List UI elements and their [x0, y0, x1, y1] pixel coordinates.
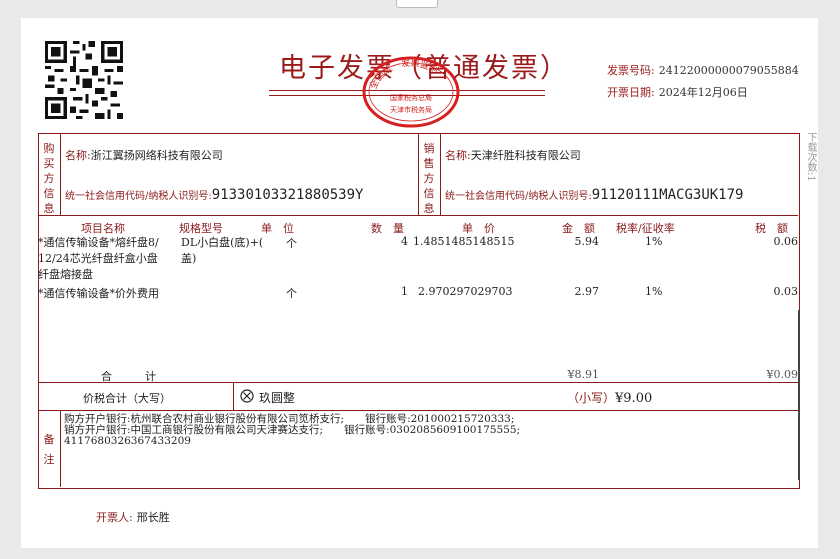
seller-tax-row: 统一社会信用代码/纳税人识别号:91120111MACG3UK179 — [445, 187, 744, 203]
sum-label: 价税合计（大写） — [83, 392, 171, 405]
seller-side-label: 销售方信息 — [423, 142, 435, 215]
item-tax: 0.06 — [773, 235, 799, 248]
item-unit: 个 — [286, 287, 297, 300]
invoice-date-label: 开票日期: — [607, 86, 655, 99]
item-amount: 2.97 — [574, 285, 600, 298]
seller-name-row: 名称:天津纤胜科技有限公司 — [445, 149, 581, 162]
header-spec: 规格型号 — [179, 222, 223, 235]
sum-divider — [233, 382, 234, 410]
tax-seal: 全国统一发票监制 国家税务总局 天津市税务局 — [362, 56, 460, 128]
item-spec: DL小白盘(底)+( 盖) — [181, 236, 264, 265]
sum-small: ¥9.00 — [615, 391, 653, 406]
seal-mid-text: 国家税务总局 — [390, 93, 432, 102]
item-rate: 1% — [645, 235, 663, 248]
invoice-number-row: 发票号码: 24122000000079055884 — [607, 62, 799, 78]
issuer-name: 邢长胜 — [136, 511, 170, 524]
party-divider — [38, 215, 798, 216]
item-price: 2.970297029703 — [418, 285, 513, 298]
buyer-tax-id: 91330103321880539Y — [211, 187, 364, 203]
middle-divider — [418, 133, 419, 215]
cross-circle-icon — [240, 388, 254, 403]
download-count: 下载次数:1 — [805, 132, 816, 182]
total-amount: ¥8.91 — [567, 368, 600, 381]
remarks-text: 购方开户银行:杭州联合农村商业银行股份有限公司笕桥支行; 银行账号:201000… — [64, 413, 521, 447]
sum-bottom-divider — [38, 410, 798, 411]
item-name: *通信传输设备*价外费用 — [38, 287, 159, 300]
seller-tax-id: 91120111MACG3UK179 — [591, 187, 744, 203]
item-unit: 个 — [286, 237, 297, 250]
buyer-side-label: 购买方信息 — [43, 142, 55, 215]
item-tax: 0.03 — [773, 285, 799, 298]
item-qty: 4 — [401, 235, 408, 248]
header-tax: 税 额 — [755, 222, 788, 235]
issuer-row: 开票人: 邢长胜 — [96, 511, 170, 524]
item-qty: 1 — [401, 285, 408, 298]
toolbar-button[interactable] — [396, 0, 438, 8]
seller-side-divider — [440, 133, 441, 215]
sum-small-row: （小写）¥9.00 — [567, 391, 653, 406]
invoice-date: 2024年12月06日 — [658, 86, 748, 99]
buyer-side-divider — [60, 133, 61, 215]
buyer-name: 浙江翼扬网络科技有限公司 — [90, 149, 223, 162]
invoice-date-row: 开票日期: 2024年12月06日 — [607, 84, 748, 100]
buyer-name-row: 名称:浙江翼扬网络科技有限公司 — [65, 149, 223, 162]
scrollbar[interactable] — [798, 310, 800, 480]
remarks-side-label: 备注 — [43, 433, 55, 466]
header-item-name: 项目名称 — [81, 222, 125, 235]
invoice-page: 电子发票（普通发票） 全国统一发票监制 国家税务总局 天津市税务局 发票号码: 2… — [21, 18, 818, 548]
invoice-number: 24122000000079055884 — [658, 64, 799, 77]
seal-bottom-text: 天津市税务局 — [390, 105, 432, 114]
header-qty: 数 量 — [371, 222, 404, 235]
buyer-tax-row: 统一社会信用代码/纳税人识别号:91330103321880539Y — [65, 187, 364, 203]
header-unit: 单 位 — [261, 222, 294, 235]
header-amount: 金 额 — [562, 222, 595, 235]
qr-code — [45, 41, 123, 119]
remarks-divider — [60, 410, 61, 487]
sum-words: 玖圆整 — [259, 391, 296, 405]
header-price: 单 价 — [462, 222, 495, 235]
item-price: 1.4851485148515 — [413, 235, 515, 248]
total-tax: ¥0.09 — [766, 368, 799, 381]
header-rate: 税率/征收率 — [616, 222, 675, 235]
invoice-number-label: 发票号码: — [607, 64, 655, 77]
seller-name: 天津纤胜科技有限公司 — [470, 149, 581, 162]
item-rate: 1% — [645, 285, 663, 298]
item-amount: 5.94 — [574, 235, 600, 248]
item-name: *通信传输设备*熔纤盘8/ 12/24芯光纤盘纤盒小盘 纤盘熔接盘 — [38, 236, 159, 281]
sum-top-divider — [38, 382, 798, 383]
